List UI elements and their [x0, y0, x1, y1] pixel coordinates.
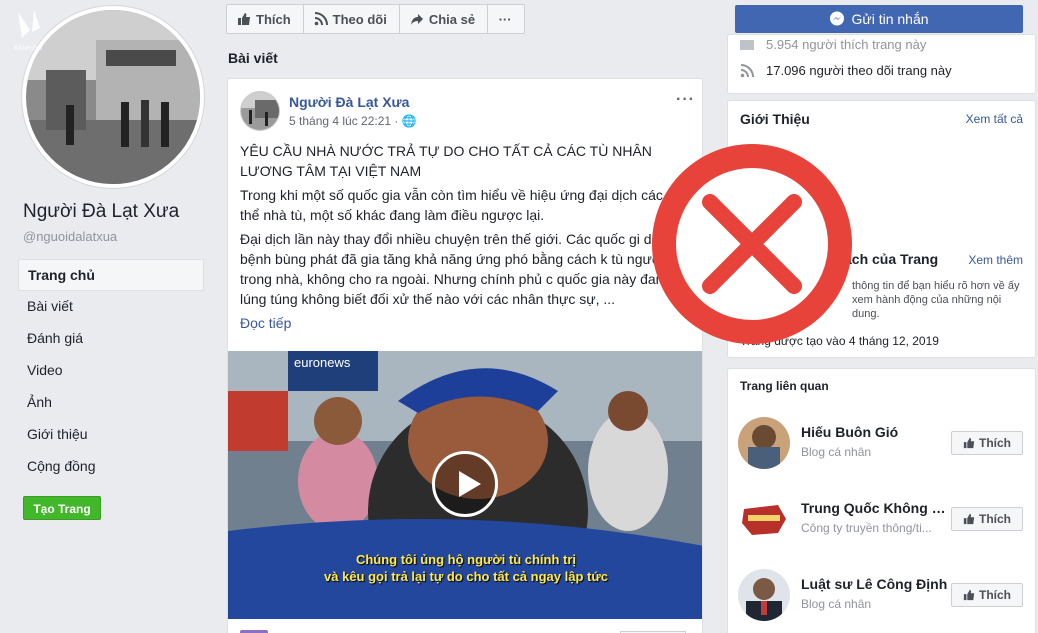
follow-label: Theo dõi — [332, 11, 387, 27]
like-page-button[interactable]: Thích — [226, 4, 304, 34]
about-title: Giới Thiệu — [740, 111, 810, 127]
create-page-button[interactable]: Tạo Trang — [23, 496, 101, 520]
transparency-text: thông tin để bạn hiểu rõ hơn về ấy xem h… — [852, 280, 1020, 320]
page-stats-card: 5.954 người thích trang này 17.096 người… — [727, 34, 1036, 94]
more-options-button[interactable]: ··· — [487, 4, 526, 34]
post-time-text: 5 tháng 4 lúc 22:21 · — [289, 114, 402, 128]
posts-section-title: Bài viết — [228, 50, 278, 66]
nav-community[interactable]: Cộng đồng — [18, 451, 204, 483]
related-page-avatar[interactable] — [738, 417, 790, 469]
globe-icon: 🌐 — [401, 114, 417, 128]
page-nav: Trang chủ Bài viết Đánh giá Video Ảnh Gi… — [18, 259, 204, 483]
rss-icon — [314, 12, 328, 26]
nav-about[interactable]: Giới thiệu — [18, 419, 204, 451]
video-subtitle: Chúng tôi ủng hộ người tù chính trị và k… — [228, 551, 702, 585]
related-page-avatar[interactable] — [738, 493, 790, 545]
share-arrow-icon — [410, 14, 423, 25]
red-x-overlay-icon — [652, 144, 852, 344]
post-text: YÊU CẦU NHÀ NƯỚC TRẢ TỰ DO CHO TẤT CẢ CÁ… — [240, 141, 700, 333]
related-pages-title: Trang liên quan — [740, 379, 829, 393]
nav-photos[interactable]: Ảnh — [18, 387, 204, 419]
related-page-item[interactable]: Luật sư Lê Công Định Blog cá nhân Thích — [738, 569, 1028, 627]
nav-videos[interactable]: Video — [18, 355, 204, 387]
transparency-title: ạch của Trang — [844, 251, 939, 267]
related-page-category: Công ty truyền thông/ti... — [801, 521, 932, 535]
related-like-button[interactable]: Thích — [951, 507, 1023, 531]
related-like-label: Thích — [979, 588, 1011, 602]
post-paragraph-2: Đại dịch lần này thay đổi nhiều chuyện t… — [240, 231, 692, 307]
thumbs-up-icon — [963, 589, 975, 601]
thumbs-up-icon — [238, 13, 250, 25]
related-page-avatar[interactable] — [738, 569, 790, 621]
related-page-category: Blog cá nhân — [801, 445, 872, 459]
like-stat-icon — [740, 39, 754, 50]
likes-stat-text: 5.954 người thích trang này — [766, 37, 927, 52]
send-message-label: Gửi tin nhắn — [851, 11, 929, 27]
related-like-label: Thích — [979, 512, 1011, 526]
thumbs-up-icon — [963, 513, 975, 525]
nav-reviews[interactable]: Đánh giá — [18, 323, 204, 355]
related-like-label: Thích — [979, 436, 1011, 450]
related-pages-card: Trang liên quan Hiếu Buôn Gió Blog cá nh… — [727, 368, 1036, 633]
post-paragraph-1: Trong khi một số quốc gia vẫn còn tìm hi… — [240, 187, 698, 223]
followers-stat: 17.096 người theo dõi trang này — [740, 63, 952, 78]
send-message-button[interactable]: Gửi tin nhắn — [735, 5, 1023, 33]
like-label: Thích — [256, 11, 291, 27]
video-subtitle-line-1: Chúng tôi ủng hộ người tù chính trị — [355, 552, 577, 567]
read-more-link[interactable]: Đọc tiếp — [240, 313, 700, 333]
related-page-name[interactable]: Trung Quốc Không Ki... — [801, 500, 951, 516]
page-avatar[interactable] — [22, 6, 204, 188]
post-author-name[interactable]: Người Đà Lạt Xưa — [289, 94, 409, 110]
related-page-item[interactable]: Hiếu Buôn Gió Blog cá nhân Thích — [738, 417, 1028, 475]
post-card: Người Đà Lạt Xưa 5 tháng 4 lúc 22:21 · 🌐… — [227, 78, 703, 633]
page-avatar-photo — [26, 10, 200, 184]
video-subtitle-line-2: và kêu gọi trả lại tự do cho tất cả ngay… — [324, 569, 608, 584]
see-all-link[interactable]: Xem tất cả — [966, 112, 1023, 126]
share-label: Chia sẻ — [428, 11, 476, 27]
related-page-item[interactable]: Trung Quốc Không Ki... Công ty truyền th… — [738, 493, 1028, 551]
messenger-icon — [830, 11, 845, 26]
related-page-category: Blog cá nhân — [801, 597, 872, 611]
likes-stat: 5.954 người thích trang này — [740, 37, 926, 52]
related-like-button[interactable]: Thích — [951, 583, 1023, 607]
watermark-logo: ĐÀNH GỒ — [14, 10, 42, 52]
related-page-name[interactable]: Luật sư Lê Công Định — [801, 576, 951, 592]
nav-home[interactable]: Trang chủ — [18, 259, 204, 291]
follow-button[interactable]: Theo dõi — [302, 4, 400, 34]
see-more-link[interactable]: Xem thêm — [968, 253, 1023, 267]
share-button[interactable]: Chia sẻ — [398, 4, 489, 34]
left-sidebar: ĐÀNH GỒ Người Đà Lạt Xưa @nguoidalatxua … — [0, 0, 214, 633]
page-name[interactable]: Người Đà Lạt Xưa — [23, 201, 179, 223]
post-headline: YÊU CẦU NHÀ NƯỚC TRẢ TỰ DO CHO TẤT CẢ CÁ… — [240, 143, 652, 179]
svg-text:euronews: euronews — [294, 355, 351, 370]
related-like-button[interactable]: Thích — [951, 431, 1023, 455]
rss-stat-icon — [740, 63, 754, 77]
thumbs-up-icon — [963, 437, 975, 449]
video-play-button[interactable] — [432, 451, 498, 517]
post-author-avatar[interactable] — [240, 91, 280, 131]
page-handle: @nguoidalatxua — [23, 229, 118, 244]
post-video[interactable]: euronews Chúng tôi ủng hộ người tù chính… — [228, 351, 702, 619]
followers-stat-text: 17.096 người theo dõi trang này — [766, 63, 952, 78]
related-page-name[interactable]: Hiếu Buôn Gió — [801, 424, 951, 440]
svg-text:ĐÀNH GỒ: ĐÀNH GỒ — [14, 45, 42, 52]
post-timestamp[interactable]: 5 tháng 4 lúc 22:21 · 🌐 — [289, 114, 417, 128]
post-options-button[interactable]: ··· — [676, 91, 695, 109]
nav-posts[interactable]: Bài viết — [18, 291, 204, 323]
page-action-bar: Thích Theo dõi Chia sẻ ··· — [226, 4, 526, 34]
